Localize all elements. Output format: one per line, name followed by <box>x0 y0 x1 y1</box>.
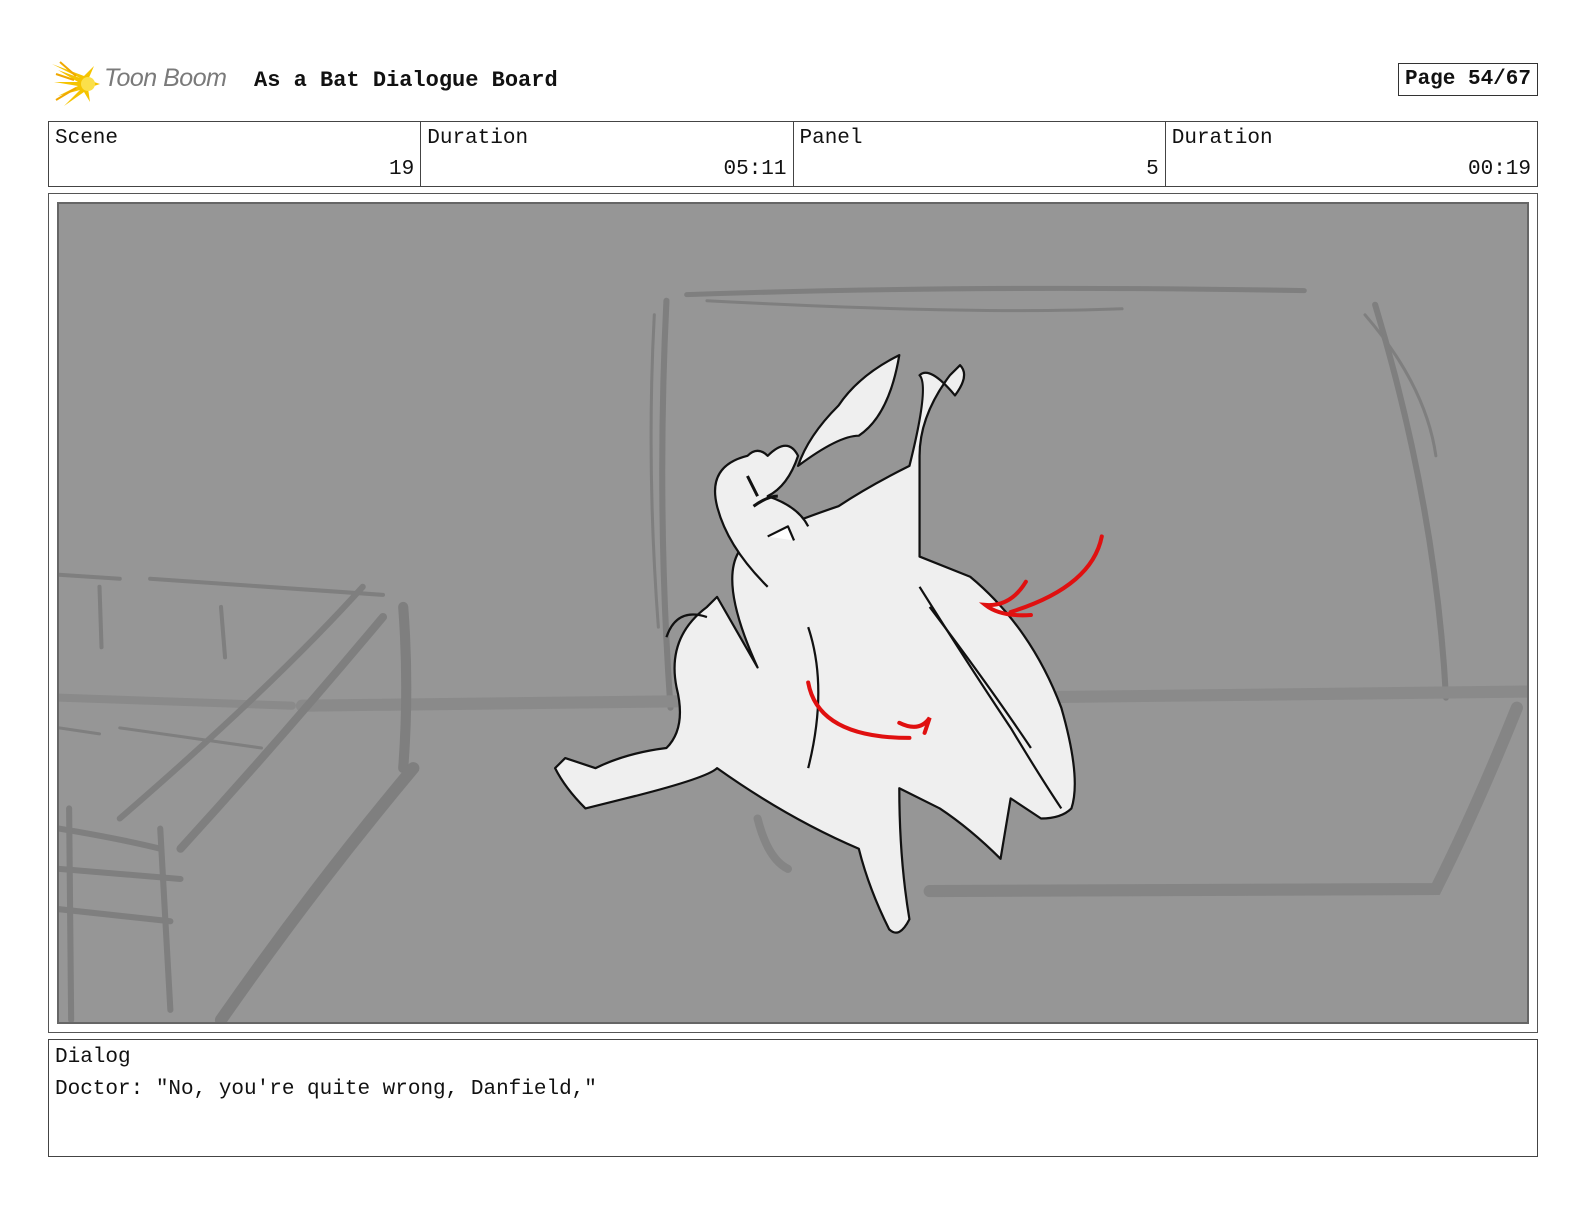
scene-duration-cell: Duration 05:11 <box>421 122 794 186</box>
brand-name: Toon Boom <box>104 64 227 92</box>
bat-sketch-image <box>59 285 1527 1022</box>
panel-duration-label: Duration <box>1171 127 1273 150</box>
storyboard-panel-frame <box>48 193 1538 1033</box>
scene-cell: Scene 19 <box>49 122 422 186</box>
scene-info-table: Scene 19 Duration 05:11 Panel 5 Duration… <box>48 121 1538 187</box>
scene-value: 19 <box>389 158 415 181</box>
bat-character <box>553 354 1076 934</box>
storyboard-panel <box>57 202 1529 1024</box>
panel-value: 5 <box>1146 158 1159 181</box>
dialog-label: Dialog <box>55 1046 131 1069</box>
toon-boom-logo: Toon Boom <box>50 56 250 110</box>
board-title: As a Bat Dialogue Board <box>254 68 558 93</box>
panel-cell: Panel 5 <box>794 122 1166 186</box>
scene-label: Scene <box>55 127 119 150</box>
dialog-text: Doctor: "No, you're quite wrong, Danfiel… <box>55 1078 597 1101</box>
starburst-icon <box>52 61 100 106</box>
scene-duration-value: 05:11 <box>723 158 787 181</box>
dialog-box: Dialog Doctor: "No, you're quite wrong, … <box>48 1039 1538 1157</box>
scene-duration-label: Duration <box>427 127 529 150</box>
panel-duration-cell: Duration 00:19 <box>1166 122 1537 186</box>
page-indicator: Page 54/67 <box>1397 63 1538 96</box>
board-header: Toon Boom As a Bat Dialogue Board Page 5… <box>50 56 1538 110</box>
panel-label: Panel <box>799 127 863 150</box>
panel-duration-value: 00:19 <box>1467 158 1531 181</box>
